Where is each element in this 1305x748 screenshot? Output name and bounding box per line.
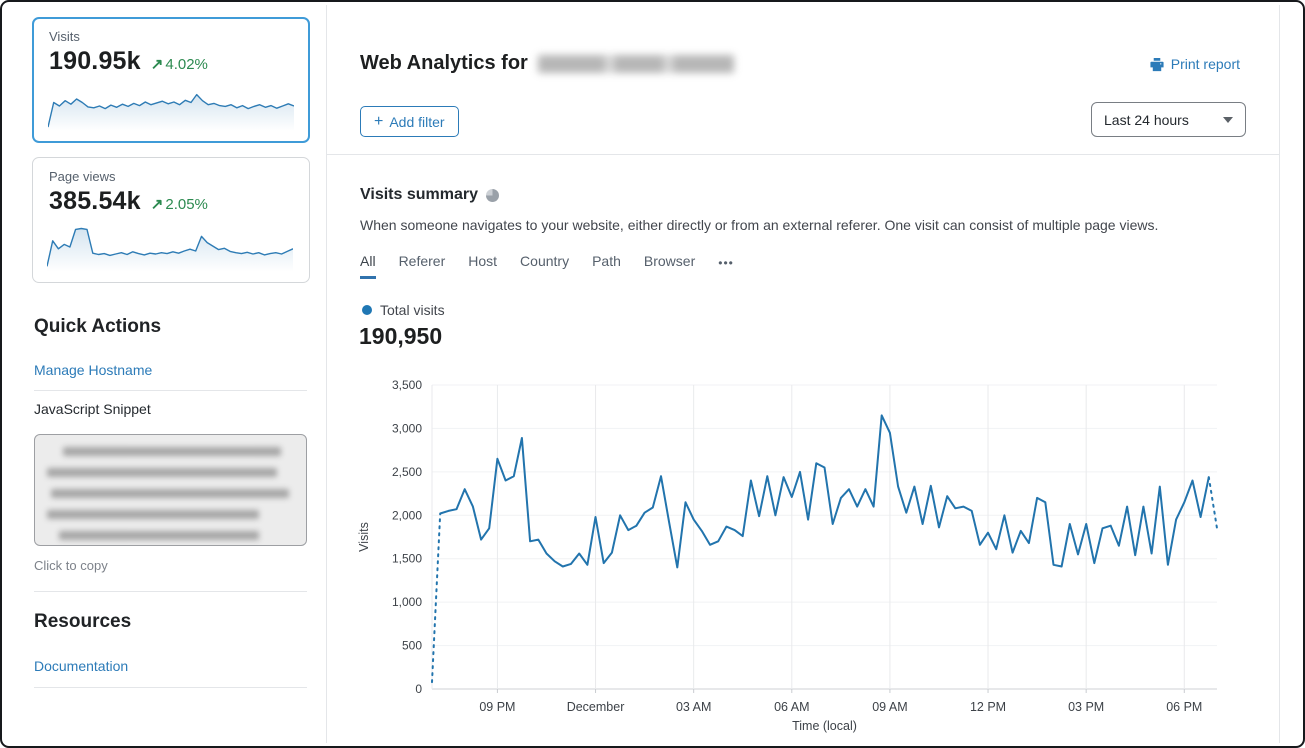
svg-text:1,500: 1,500 <box>392 552 422 566</box>
svg-text:December: December <box>567 700 625 714</box>
redacted-code-line <box>59 531 259 540</box>
plus-icon: + <box>374 114 383 130</box>
time-range-dropdown[interactable]: Last 24 hours <box>1091 102 1246 137</box>
redacted-code-line <box>51 489 289 498</box>
svg-text:1,000: 1,000 <box>392 595 422 609</box>
svg-text:3,500: 3,500 <box>392 378 422 392</box>
svg-text:Visits: Visits <box>357 522 371 552</box>
divider <box>34 687 307 688</box>
tab-path[interactable]: Path <box>592 253 621 276</box>
page-title: Web Analytics for <box>360 52 734 75</box>
page-views-sparkline <box>47 222 293 274</box>
chevron-down-icon <box>1223 117 1233 123</box>
metric-delta: ↗4.02% <box>151 55 208 73</box>
tab-all[interactable]: All <box>360 253 376 279</box>
legend-label: Total visits <box>380 302 445 318</box>
metric-delta: ↗2.05% <box>151 195 208 213</box>
print-report-link[interactable]: Print report <box>1149 56 1240 72</box>
sidebar-main-divider <box>326 5 327 743</box>
pie-chart-icon <box>486 189 499 202</box>
tab-browser[interactable]: Browser <box>644 253 695 276</box>
divider <box>34 390 307 391</box>
click-to-copy-hint: Click to copy <box>34 558 108 573</box>
svg-text:Time (local): Time (local) <box>792 719 857 733</box>
tab-country[interactable]: Country <box>520 253 569 276</box>
redacted-code-line <box>47 510 259 519</box>
tab-host[interactable]: Host <box>468 253 497 276</box>
up-right-arrow-icon: ↗ <box>151 56 164 73</box>
metric-label: Visits <box>49 29 293 44</box>
svg-text:03 PM: 03 PM <box>1068 700 1104 714</box>
tab-referer[interactable]: Referer <box>399 253 446 276</box>
add-filter-label: Add filter <box>389 114 444 130</box>
svg-text:2,500: 2,500 <box>392 465 422 479</box>
divider <box>34 591 307 592</box>
svg-text:09 PM: 09 PM <box>479 700 515 714</box>
svg-text:0: 0 <box>415 682 422 696</box>
visits-line-chart: 0 500 1,000 1,500 2,000 2,500 3,000 3,500 09 PM D… <box>354 378 1239 734</box>
chart-legend: Total visits <box>362 302 445 318</box>
svg-text:500: 500 <box>402 639 422 653</box>
svg-text:06 PM: 06 PM <box>1166 700 1202 714</box>
resources-heading: Resources <box>34 611 131 633</box>
redacted-code-line <box>47 468 277 477</box>
web-analytics-page: Visits 190.95k ↗4.02% Page views 385.54k… <box>0 0 1305 748</box>
site-domain-redacted <box>538 55 734 73</box>
visits-summary-heading: Visits summary <box>360 186 499 204</box>
more-tabs-icon[interactable]: ••• <box>718 253 734 270</box>
metric-label: Page views <box>49 169 293 184</box>
summary-tabs: All Referer Host Country Path Browser ••… <box>360 253 734 279</box>
javascript-snippet-box[interactable] <box>34 434 307 546</box>
svg-text:3,000: 3,000 <box>392 421 422 435</box>
header-divider <box>327 154 1279 155</box>
svg-text:03 AM: 03 AM <box>676 700 711 714</box>
visits-summary-description: When someone navigates to your website, … <box>360 217 1158 233</box>
total-visits-dot-icon <box>362 305 372 315</box>
manage-hostname-link[interactable]: Manage Hostname <box>34 362 152 378</box>
metric-value: 385.54k <box>49 187 141 216</box>
visits-chart: 0 500 1,000 1,500 2,000 2,500 3,000 3,500 09 PM D… <box>354 378 1239 739</box>
quick-actions-heading: Quick Actions <box>34 316 161 338</box>
time-range-value: Last 24 hours <box>1104 112 1189 128</box>
add-filter-button[interactable]: + Add filter <box>360 106 459 137</box>
svg-text:09 AM: 09 AM <box>872 700 907 714</box>
total-visits-value: 190,950 <box>359 323 442 350</box>
printer-icon <box>1149 57 1165 72</box>
javascript-snippet-label: JavaScript Snippet <box>34 401 151 417</box>
metric-card-page-views[interactable]: Page views 385.54k ↗2.05% <box>32 157 310 283</box>
up-right-arrow-icon: ↗ <box>151 196 164 213</box>
svg-text:12 PM: 12 PM <box>970 700 1006 714</box>
svg-text:06 AM: 06 AM <box>774 700 809 714</box>
print-report-label: Print report <box>1171 56 1240 72</box>
svg-text:2,000: 2,000 <box>392 508 422 522</box>
main-right-edge <box>1279 5 1280 743</box>
visits-sparkline <box>48 81 294 133</box>
metric-value: 190.95k <box>49 47 141 76</box>
metric-card-visits[interactable]: Visits 190.95k ↗4.02% <box>32 17 310 143</box>
documentation-link[interactable]: Documentation <box>34 658 128 674</box>
redacted-code-line <box>63 447 281 456</box>
